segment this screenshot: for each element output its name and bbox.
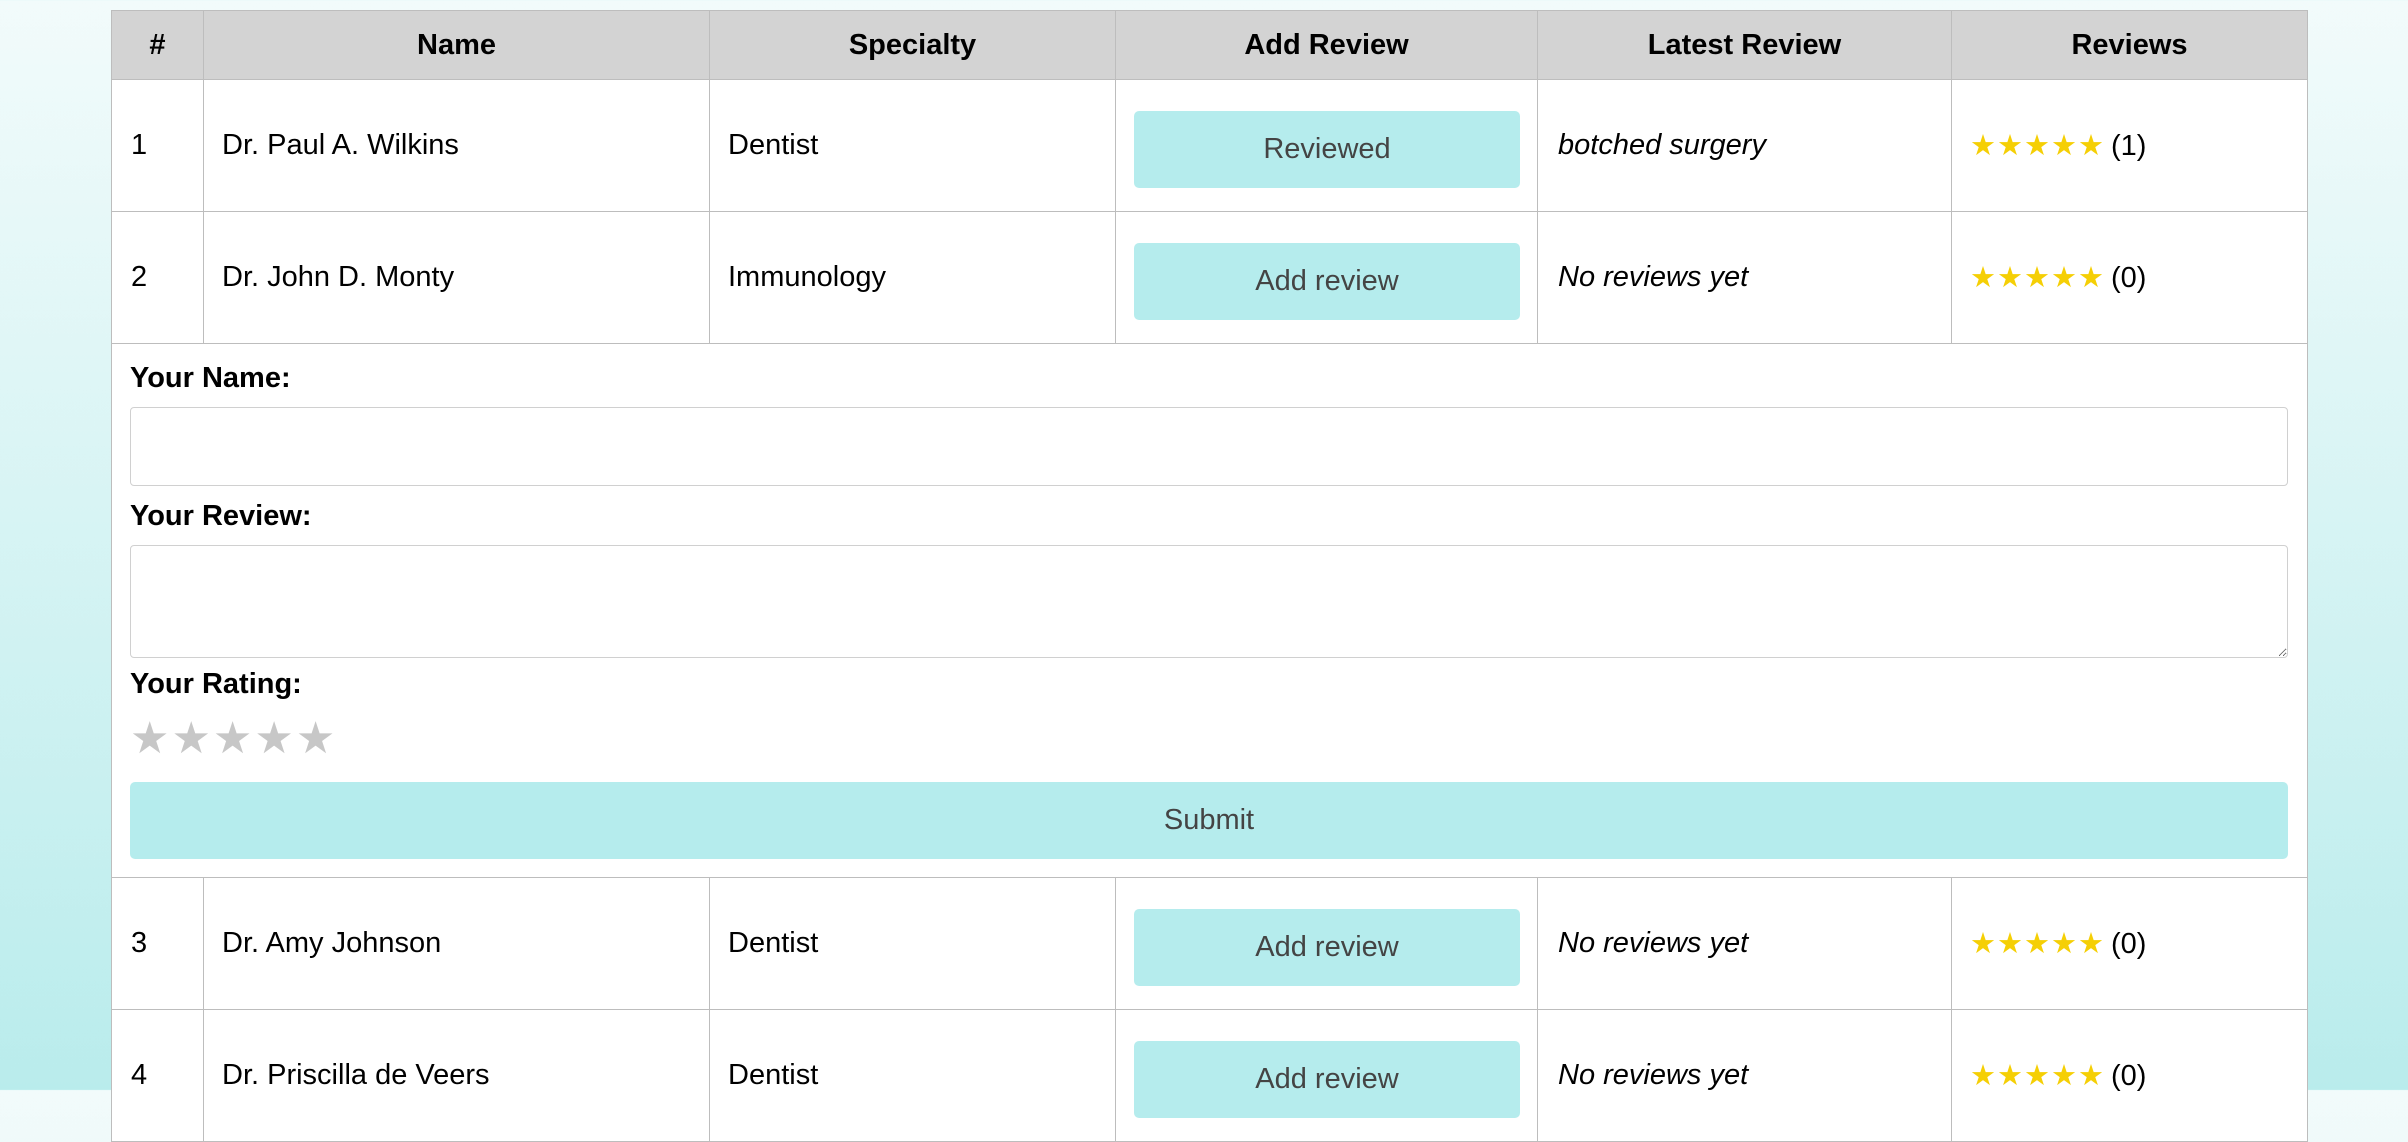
add-review-button[interactable]: Add review (1134, 243, 1520, 320)
your-rating-label: Your Rating: (130, 668, 302, 700)
review-form-row: Your Name: Your Review: Your Rating: ★★★… (111, 343, 2308, 878)
latest-review: No reviews yet (1537, 877, 1952, 1010)
table-row: 1 Dr. Paul A. Wilkins Dentist Reviewed b… (111, 79, 2308, 212)
review-count: (0) (2111, 928, 2147, 960)
rating-selector: ★★★★★ (130, 713, 2289, 764)
reviews-cell: ★★★★★ (0) (1951, 1009, 2308, 1142)
review-count: (1) (2111, 130, 2147, 162)
doctor-specialty: Dentist (709, 79, 1116, 212)
doctors-table-container: # Name Specialty Add Review Latest Revie… (111, 10, 2308, 1142)
rating-stars-icon: ★★★★★ (1970, 130, 2105, 162)
doctor-specialty: Immunology (709, 211, 1116, 344)
add-review-cell: Add review (1115, 1009, 1538, 1142)
rating-star-5-icon[interactable]: ★ (296, 714, 337, 763)
column-header-specialty: Specialty (709, 10, 1116, 80)
doctor-name: Dr. Priscilla de Veers (203, 1009, 710, 1142)
reviews-cell: ★★★★★ (1) (1951, 79, 2308, 212)
table-row: 4 Dr. Priscilla de Veers Dentist Add rev… (111, 1009, 2308, 1142)
column-header-add-review: Add Review (1115, 10, 1538, 80)
rating-star-1-icon[interactable]: ★ (130, 714, 171, 763)
reviews-cell: ★★★★★ (0) (1951, 877, 2308, 1010)
column-header-reviews: Reviews (1951, 10, 2308, 80)
add-review-button[interactable]: Add review (1134, 909, 1520, 986)
rating-star-2-icon[interactable]: ★ (171, 714, 212, 763)
doctors-table: # Name Specialty Add Review Latest Revie… (111, 10, 2308, 1142)
row-number: 3 (111, 877, 204, 1010)
rating-star-3-icon[interactable]: ★ (213, 714, 254, 763)
your-name-input[interactable] (130, 407, 2288, 486)
submit-button[interactable]: Submit (130, 782, 2288, 859)
add-review-cell: Add review (1115, 211, 1538, 344)
column-header-latest-review: Latest Review (1537, 10, 1952, 80)
your-name-label: Your Name: (130, 362, 291, 394)
rating-stars-icon: ★★★★★ (1970, 262, 2105, 294)
row-number: 2 (111, 211, 204, 344)
your-review-label: Your Review: (130, 500, 312, 532)
column-header-number: # (111, 10, 204, 80)
rating-star-4-icon[interactable]: ★ (254, 714, 295, 763)
add-review-cell: Add review (1115, 877, 1538, 1010)
row-number: 1 (111, 79, 204, 212)
doctor-name: Dr. John D. Monty (203, 211, 710, 344)
doctor-name: Dr. Amy Johnson (203, 877, 710, 1010)
doctor-specialty: Dentist (709, 1009, 1116, 1142)
row-number: 4 (111, 1009, 204, 1142)
review-form: Your Name: Your Review: Your Rating: ★★★… (111, 343, 2308, 878)
review-count: (0) (2111, 262, 2147, 294)
doctor-name: Dr. Paul A. Wilkins (203, 79, 710, 212)
latest-review: No reviews yet (1537, 211, 1952, 344)
latest-review: botched surgery (1537, 79, 1952, 212)
your-review-textarea[interactable] (130, 545, 2288, 658)
table-header-row: # Name Specialty Add Review Latest Revie… (111, 10, 2308, 80)
column-header-name: Name (203, 10, 710, 80)
rating-stars-icon: ★★★★★ (1970, 928, 2105, 960)
rating-stars-icon: ★★★★★ (1970, 1060, 2105, 1092)
table-row: 3 Dr. Amy Johnson Dentist Add review No … (111, 877, 2308, 1010)
latest-review: No reviews yet (1537, 1009, 1952, 1142)
reviewed-button[interactable]: Reviewed (1134, 111, 1520, 188)
add-review-button[interactable]: Add review (1134, 1041, 1520, 1118)
reviews-cell: ★★★★★ (0) (1951, 211, 2308, 344)
table-row: 2 Dr. John D. Monty Immunology Add revie… (111, 211, 2308, 344)
add-review-cell: Reviewed (1115, 79, 1538, 212)
doctor-specialty: Dentist (709, 877, 1116, 1010)
review-count: (0) (2111, 1060, 2147, 1092)
